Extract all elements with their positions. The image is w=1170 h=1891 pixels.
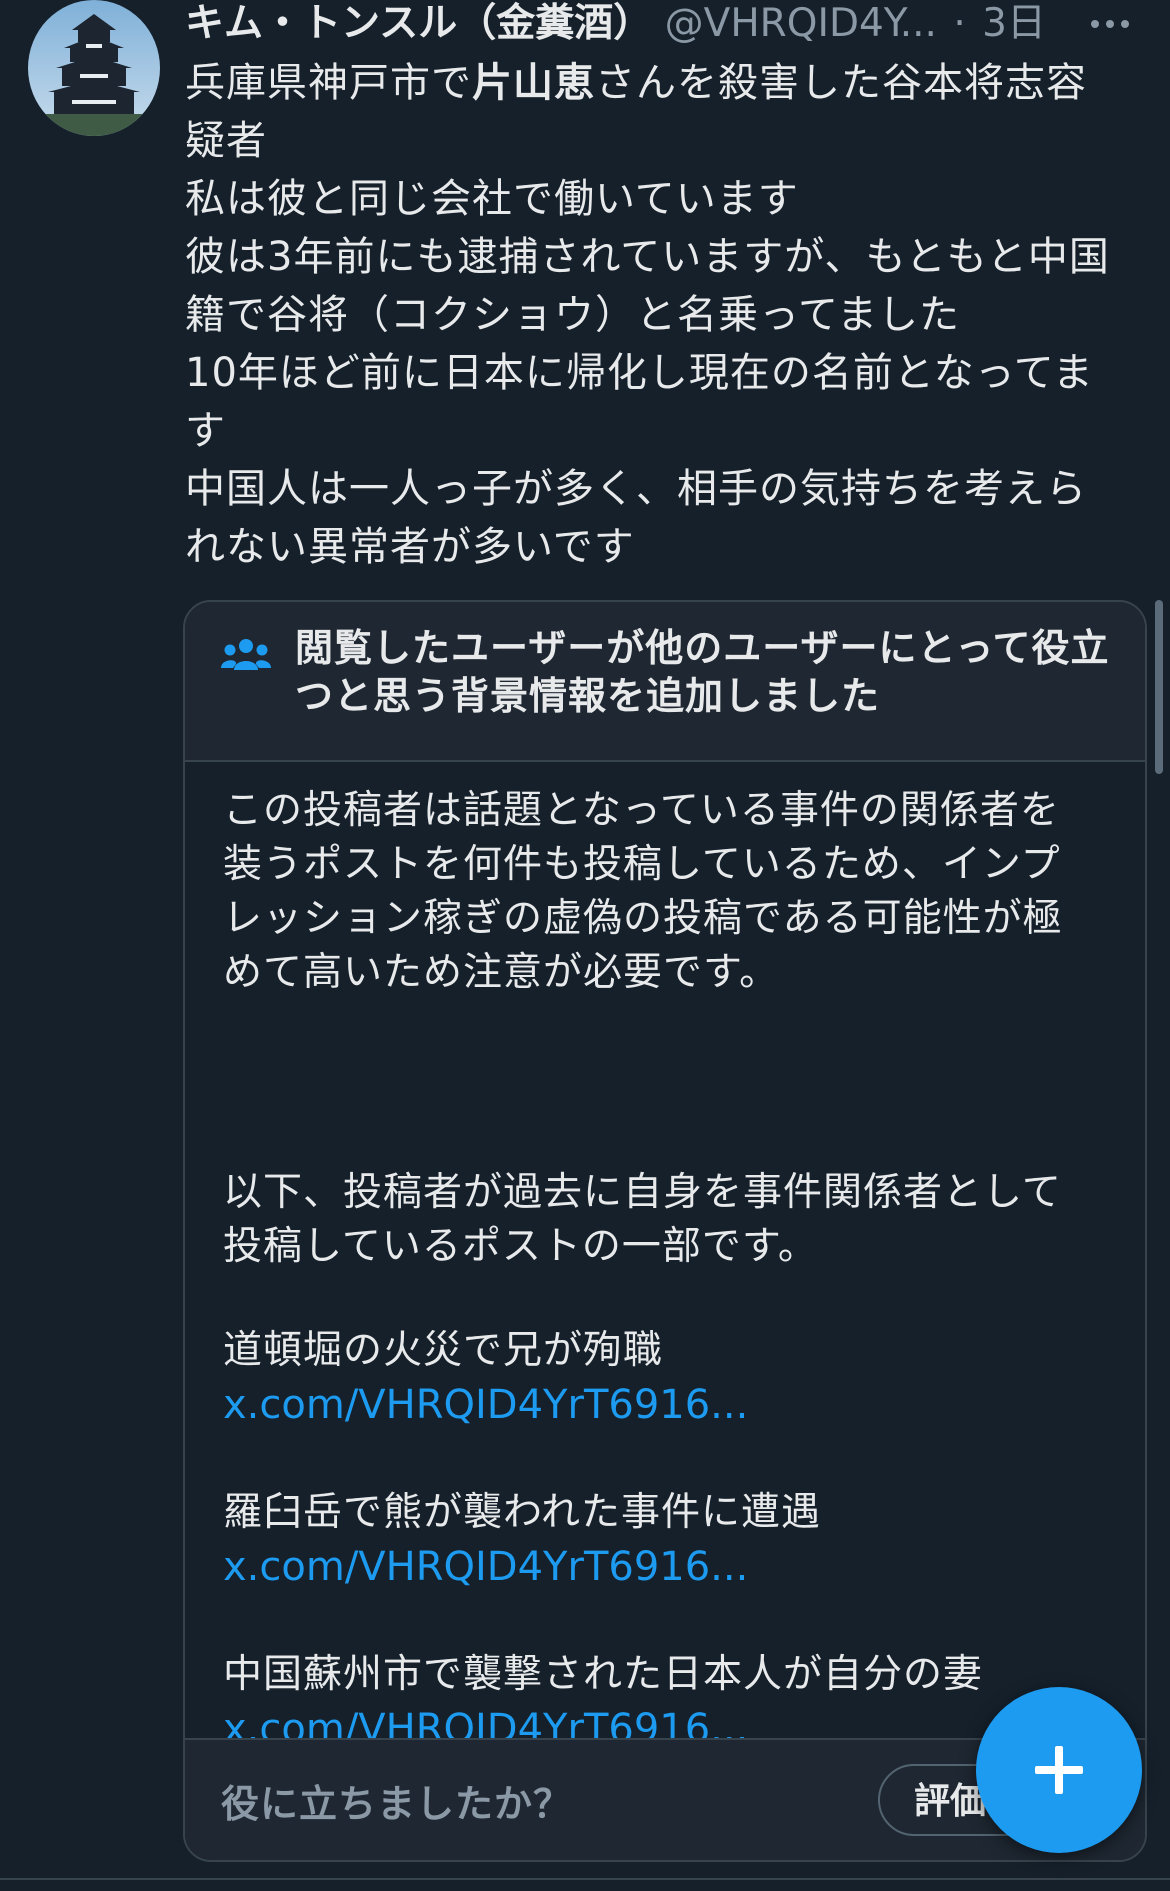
bottom-divider (0, 1878, 1170, 1880)
note-paragraph: 以下、投稿者が過去に自身を事件関係者として 投稿しているポストの一部です。 (223, 1170, 1062, 1269)
author-name[interactable]: キム・トンスル（金糞酒） (185, 1, 652, 46)
note-example-text: 羅臼岳で熊が襲われた事件に遭遇 (223, 1490, 822, 1535)
community-note-card: 閲覧したユーザーが他のユーザーにとって役立 つと思う背景情報を追加しました この… (183, 600, 1147, 1862)
tweet-text-bold-name: 片山恵 (472, 60, 595, 106)
tweet-text-start: 兵庫県神戸市で (185, 60, 472, 106)
community-note-header: 閲覧したユーザーが他のユーザーにとって役立 つと思う背景情報を追加しました (185, 602, 1145, 762)
community-note-title: 閲覧したユーザーが他のユーザーにとって役立 つと思う背景情報を追加しました (295, 626, 1110, 718)
community-note-body: この投稿者は話題となっている事件の関係者を 装うポストを何件も投稿しているため、… (223, 784, 1123, 1756)
helpful-question: 役に立ちましたか？ (221, 1782, 573, 1826)
tweet-header: キム・トンスル（金糞酒） @VHRQID4Y... · 3日 (185, 0, 1155, 48)
scrollbar[interactable] (1155, 600, 1163, 774)
note-example-link[interactable]: x.com/VHRQID4YrT6916... (223, 1540, 1123, 1594)
people-icon (221, 636, 271, 676)
more-horizontal-icon[interactable] (1080, 0, 1140, 48)
note-paragraph: この投稿者は話題となっている事件の関係者を 装うポストを何件も投稿しているため、… (223, 788, 1063, 995)
author-avatar[interactable] (28, 0, 160, 136)
page: キム・トンスル（金糞酒） @VHRQID4Y... · 3日 兵庫県神戸市で片山… (0, 0, 1170, 1891)
tweet-text: 兵庫県神戸市で片山恵さんを殺害した谷本将志容 疑者 私は彼と同じ会社で働いていま… (185, 54, 1145, 576)
plus-icon (1035, 1746, 1083, 1794)
note-example-link[interactable]: x.com/VHRQID4YrT6916... (223, 1378, 1123, 1432)
tweet-text-rest: さんを殺害した谷本将志容 疑者 私は彼と同じ会社で働いています 彼は3年前にも逮… (185, 60, 1110, 570)
compose-button[interactable] (976, 1687, 1142, 1853)
note-example-text: 中国蘇州市で襲撃された日本人が自分の妻 (223, 1652, 984, 1697)
tweet-timestamp[interactable]: 3日 (982, 1, 1046, 46)
note-example-text: 道頓堀の火災で兄が殉職 (223, 1328, 664, 1373)
author-handle[interactable]: @VHRQID4Y... (665, 1, 937, 46)
header-separator: · (953, 1, 966, 46)
